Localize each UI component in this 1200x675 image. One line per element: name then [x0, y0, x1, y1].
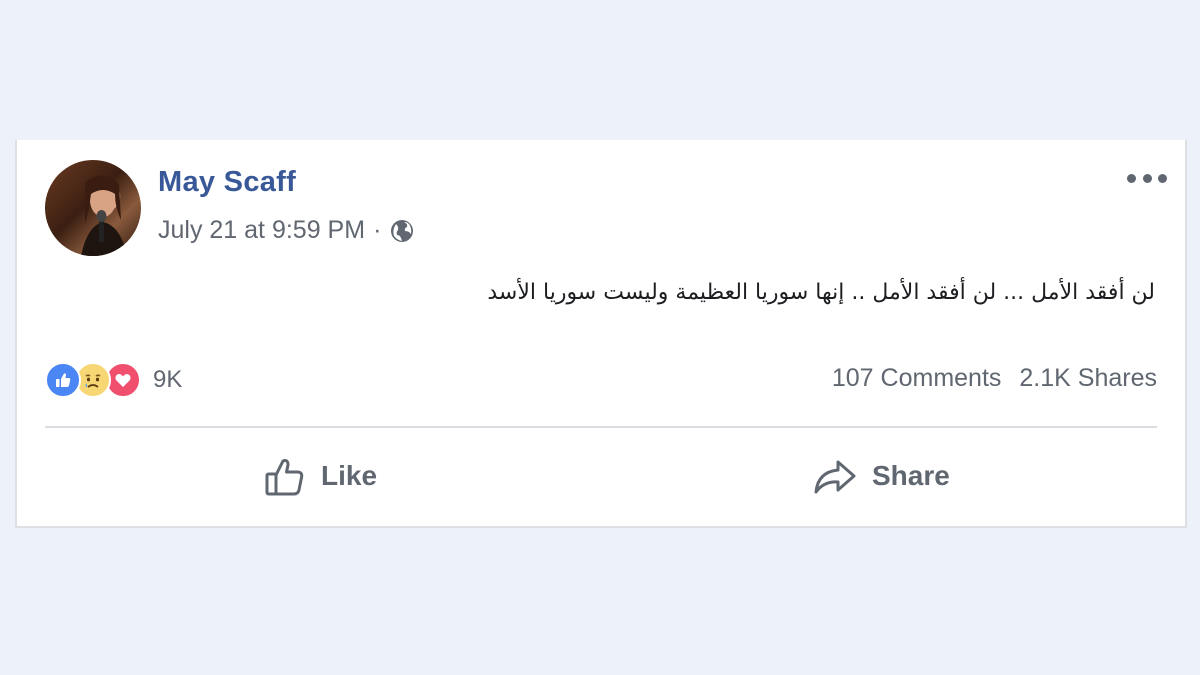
like-button[interactable]: Like — [263, 448, 377, 504]
post-timestamp[interactable]: July 21 at 9:59 PM — [158, 216, 365, 245]
avatar[interactable] — [45, 160, 141, 256]
post-card: May Scaff July 21 at 9:59 PM · لن أفقد ا… — [15, 140, 1187, 528]
reactions-summary[interactable]: 9K — [45, 362, 182, 398]
share-label: Share — [872, 460, 950, 491]
like-label: Like — [321, 460, 378, 491]
like-reaction-icon — [45, 362, 81, 398]
post-text: لن أفقد الأمل ... لن أفقد الأمل .. إنها … — [487, 280, 1155, 305]
shares-count[interactable]: 2.1K Shares — [1019, 364, 1157, 393]
share-arrow-icon — [812, 454, 858, 498]
engagement-stats: 107 Comments 2.1K Shares — [832, 364, 1157, 393]
post-meta: July 21 at 9:59 PM · — [158, 216, 415, 245]
share-button[interactable]: Share — [812, 448, 950, 504]
globe-icon[interactable] — [389, 218, 415, 244]
comments-count[interactable]: 107 Comments — [832, 364, 1002, 393]
thumbs-up-icon — [263, 454, 307, 498]
meta-separator: · — [373, 216, 382, 244]
more-options-icon[interactable] — [1127, 170, 1167, 186]
author-name[interactable]: May Scaff — [158, 166, 296, 199]
divider — [45, 426, 1157, 428]
reaction-count[interactable]: 9K — [153, 366, 182, 394]
